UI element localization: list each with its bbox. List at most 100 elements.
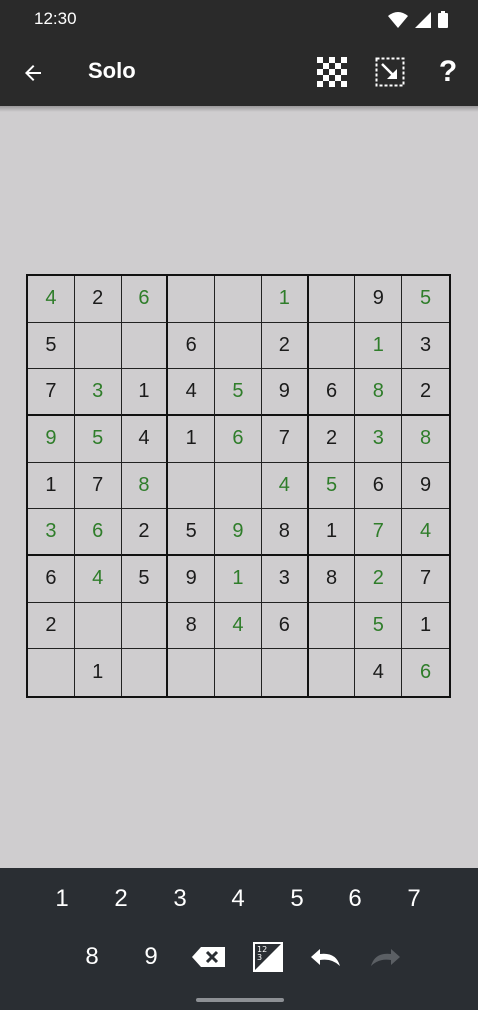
sudoku-cell[interactable]: 3 <box>261 556 309 603</box>
sudoku-cell[interactable]: 1 <box>308 509 356 556</box>
redo-button[interactable] <box>363 935 407 979</box>
sudoku-cell[interactable] <box>215 322 262 370</box>
sudoku-cell[interactable]: 4 <box>355 649 403 696</box>
sudoku-cell[interactable]: 7 <box>402 556 449 603</box>
sudoku-cell[interactable]: 8 <box>168 602 216 650</box>
sudoku-cell[interactable]: 7 <box>28 369 75 416</box>
sudoku-cell[interactable]: 2 <box>74 276 122 323</box>
sudoku-cell[interactable]: 3 <box>402 323 449 370</box>
sudoku-cell[interactable]: 1 <box>168 416 216 463</box>
sudoku-cell[interactable]: 9 <box>261 369 309 416</box>
erase-button[interactable] <box>187 935 231 979</box>
sudoku-cell[interactable]: 9 <box>215 509 262 556</box>
sudoku-cell[interactable] <box>74 602 122 650</box>
sudoku-cell[interactable] <box>215 276 262 323</box>
sudoku-cell[interactable] <box>262 649 309 696</box>
sudoku-cell[interactable]: 9 <box>355 276 403 323</box>
sudoku-cell[interactable]: 7 <box>74 462 122 510</box>
sudoku-cell[interactable]: 4 <box>402 509 449 556</box>
sudoku-cell[interactable] <box>308 276 356 323</box>
sudoku-cell[interactable]: 1 <box>402 603 449 650</box>
sudoku-cell[interactable]: 2 <box>402 369 449 416</box>
sudoku-cell[interactable]: 1 <box>261 276 309 323</box>
sudoku-cell[interactable]: 6 <box>168 322 216 370</box>
sudoku-cell[interactable] <box>122 649 169 696</box>
sudoku-cell[interactable]: 5 <box>215 369 262 416</box>
sudoku-cell[interactable]: 6 <box>215 416 262 463</box>
back-button[interactable] <box>18 58 48 88</box>
sudoku-cell[interactable]: 8 <box>121 462 169 510</box>
sudoku-cell[interactable]: 5 <box>28 322 75 370</box>
sudoku-cell[interactable] <box>168 462 216 510</box>
sudoku-cell[interactable]: 4 <box>74 556 122 603</box>
sudoku-cell[interactable]: 3 <box>355 416 403 463</box>
sudoku-cell[interactable]: 5 <box>121 556 169 603</box>
sudoku-cell[interactable]: 5 <box>168 509 216 556</box>
help-button[interactable]: ? <box>430 54 466 90</box>
sudoku-cell[interactable]: 7 <box>355 509 403 556</box>
sudoku-cell[interactable]: 6 <box>121 276 169 323</box>
difficulty-button[interactable] <box>314 54 350 90</box>
digit-key-5[interactable]: 5 <box>275 877 319 921</box>
sudoku-cell[interactable]: 6 <box>308 369 356 416</box>
sudoku-cell[interactable] <box>168 649 216 696</box>
sudoku-cell[interactable]: 8 <box>261 509 309 556</box>
sudoku-cell[interactable]: 1 <box>28 462 75 510</box>
sudoku-cell[interactable]: 4 <box>261 462 309 510</box>
sudoku-cell[interactable] <box>308 322 356 370</box>
sudoku-cell[interactable]: 8 <box>308 556 356 603</box>
sudoku-cell[interactable]: 4 <box>168 369 216 416</box>
sudoku-cell[interactable]: 5 <box>74 416 122 463</box>
sudoku-cell[interactable]: 6 <box>402 649 449 696</box>
sudoku-cell[interactable] <box>121 322 169 370</box>
resize-button[interactable] <box>372 54 408 90</box>
sudoku-cell[interactable]: 2 <box>308 416 356 463</box>
sudoku-cell[interactable]: 6 <box>74 509 122 556</box>
sudoku-cell[interactable]: 1 <box>215 556 262 603</box>
undo-button[interactable] <box>304 935 348 979</box>
sudoku-cell[interactable]: 6 <box>28 556 75 603</box>
navigation-handle[interactable] <box>196 998 284 1002</box>
sudoku-cell[interactable] <box>309 649 356 696</box>
sudoku-cell[interactable]: 5 <box>402 276 449 323</box>
sudoku-cell[interactable]: 5 <box>308 462 356 510</box>
sudoku-cell[interactable] <box>215 462 262 510</box>
sudoku-cell[interactable]: 7 <box>261 416 309 463</box>
sudoku-cell[interactable]: 2 <box>355 556 403 603</box>
sudoku-cell[interactable] <box>308 602 356 650</box>
sudoku-cell[interactable]: 1 <box>75 649 122 696</box>
digit-key-8[interactable]: 8 <box>70 935 114 979</box>
sudoku-cell[interactable] <box>215 649 262 696</box>
digit-key-6[interactable]: 6 <box>333 877 377 921</box>
sudoku-cell[interactable]: 3 <box>28 509 75 556</box>
digit-key-2[interactable]: 2 <box>99 877 143 921</box>
sudoku-cell[interactable]: 2 <box>28 602 75 650</box>
sudoku-cell[interactable]: 9 <box>168 556 216 603</box>
sudoku-cell[interactable]: 6 <box>355 462 403 510</box>
svg-text:3: 3 <box>257 953 262 962</box>
digit-key-3[interactable]: 3 <box>158 877 202 921</box>
digit-key-4[interactable]: 4 <box>216 877 260 921</box>
sudoku-cell[interactable]: 2 <box>261 322 309 370</box>
sudoku-cell[interactable]: 9 <box>28 416 75 463</box>
sudoku-cell[interactable]: 1 <box>121 369 169 416</box>
sudoku-cell[interactable] <box>74 322 122 370</box>
sudoku-cell[interactable]: 8 <box>355 369 403 416</box>
sudoku-cell[interactable] <box>28 649 75 696</box>
sudoku-cell[interactable]: 4 <box>121 416 169 463</box>
digit-key-9[interactable]: 9 <box>129 935 173 979</box>
pencil-mode-button[interactable]: 12 3 <box>246 935 290 979</box>
digit-key-7[interactable]: 7 <box>392 877 436 921</box>
sudoku-cell[interactable]: 4 <box>215 602 262 650</box>
sudoku-cell[interactable]: 9 <box>402 463 449 510</box>
sudoku-cell[interactable]: 1 <box>355 322 403 370</box>
sudoku-cell[interactable]: 2 <box>121 509 169 556</box>
sudoku-cell[interactable] <box>121 602 169 650</box>
digit-key-1[interactable]: 1 <box>40 877 84 921</box>
sudoku-cell[interactable]: 3 <box>74 369 122 416</box>
sudoku-cell[interactable] <box>168 276 216 323</box>
sudoku-cell[interactable]: 5 <box>355 602 403 650</box>
sudoku-cell[interactable]: 4 <box>28 276 75 323</box>
sudoku-cell[interactable]: 8 <box>402 416 449 463</box>
sudoku-cell[interactable]: 6 <box>261 602 309 650</box>
